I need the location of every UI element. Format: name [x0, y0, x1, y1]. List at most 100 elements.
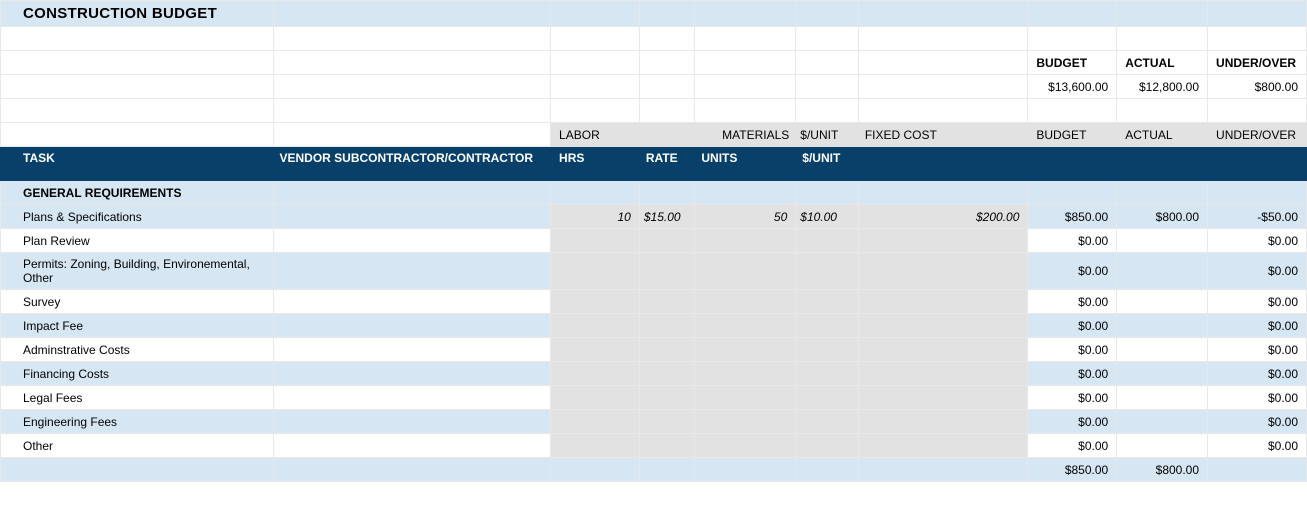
rate-cell[interactable]: [639, 290, 695, 314]
budget-cell[interactable]: $0.00: [1028, 434, 1117, 458]
actual-cell[interactable]: [1117, 386, 1208, 410]
actual-cell[interactable]: [1117, 362, 1208, 386]
fixed-cost-cell[interactable]: [858, 229, 1028, 253]
units-cell[interactable]: [695, 338, 796, 362]
actual-cell[interactable]: [1117, 338, 1208, 362]
under-over-cell[interactable]: $0.00: [1208, 386, 1307, 410]
under-over-cell[interactable]: $0.00: [1208, 290, 1307, 314]
hrs-cell[interactable]: [551, 290, 640, 314]
under-over-cell[interactable]: $0.00: [1208, 253, 1307, 290]
vendor-cell[interactable]: [273, 362, 551, 386]
per-unit-cell[interactable]: $10.00: [796, 205, 859, 229]
units-cell[interactable]: [695, 229, 796, 253]
units-cell[interactable]: [695, 253, 796, 290]
rate-cell[interactable]: [639, 229, 695, 253]
fixed-cost-cell[interactable]: $200.00: [858, 205, 1028, 229]
hrs-cell[interactable]: [551, 338, 640, 362]
fixed-cost-cell[interactable]: [858, 253, 1028, 290]
summary-total-budget[interactable]: $13,600.00: [1028, 75, 1117, 99]
task-cell[interactable]: Plans & Specifications: [1, 205, 274, 229]
task-cell[interactable]: Survey: [1, 290, 274, 314]
budget-cell[interactable]: $850.00: [1028, 205, 1117, 229]
hrs-cell[interactable]: [551, 229, 640, 253]
under-over-cell[interactable]: -$50.00: [1208, 205, 1307, 229]
summary-total-under-over[interactable]: $800.00: [1208, 75, 1307, 99]
per-unit-cell[interactable]: [796, 253, 859, 290]
per-unit-cell[interactable]: [796, 386, 859, 410]
budget-cell[interactable]: $0.00: [1028, 290, 1117, 314]
under-over-cell[interactable]: $0.00: [1208, 362, 1307, 386]
vendor-cell[interactable]: [273, 290, 551, 314]
task-cell[interactable]: Engineering Fees: [1, 410, 274, 434]
units-cell[interactable]: [695, 386, 796, 410]
units-cell[interactable]: [695, 434, 796, 458]
rate-cell[interactable]: [639, 386, 695, 410]
budget-cell[interactable]: $0.00: [1028, 338, 1117, 362]
summary-total-actual[interactable]: $12,800.00: [1117, 75, 1208, 99]
actual-cell[interactable]: [1117, 434, 1208, 458]
task-cell[interactable]: Adminstrative Costs: [1, 338, 274, 362]
fixed-cost-cell[interactable]: [858, 338, 1028, 362]
under-over-cell[interactable]: $0.00: [1208, 410, 1307, 434]
hrs-cell[interactable]: [551, 410, 640, 434]
hrs-cell[interactable]: 10: [551, 205, 640, 229]
units-cell[interactable]: 50: [695, 205, 796, 229]
units-cell[interactable]: [695, 362, 796, 386]
task-cell[interactable]: Plan Review: [1, 229, 274, 253]
per-unit-cell[interactable]: [796, 434, 859, 458]
budget-cell[interactable]: $0.00: [1028, 362, 1117, 386]
under-over-cell[interactable]: $0.00: [1208, 434, 1307, 458]
rate-cell[interactable]: $15.00: [639, 205, 695, 229]
task-cell[interactable]: Financing Costs: [1, 362, 274, 386]
rate-cell[interactable]: [639, 410, 695, 434]
actual-cell[interactable]: [1117, 229, 1208, 253]
rate-cell[interactable]: [639, 362, 695, 386]
actual-cell[interactable]: [1117, 290, 1208, 314]
vendor-cell[interactable]: [273, 410, 551, 434]
hrs-cell[interactable]: [551, 253, 640, 290]
per-unit-cell[interactable]: [796, 410, 859, 434]
hrs-cell[interactable]: [551, 386, 640, 410]
hrs-cell[interactable]: [551, 314, 640, 338]
per-unit-cell[interactable]: [796, 338, 859, 362]
vendor-cell[interactable]: [273, 314, 551, 338]
under-over-cell[interactable]: $0.00: [1208, 314, 1307, 338]
budget-cell[interactable]: $0.00: [1028, 386, 1117, 410]
under-over-cell[interactable]: $0.00: [1208, 338, 1307, 362]
units-cell[interactable]: [695, 290, 796, 314]
per-unit-cell[interactable]: [796, 314, 859, 338]
rate-cell[interactable]: [639, 314, 695, 338]
under-over-cell[interactable]: $0.00: [1208, 229, 1307, 253]
per-unit-cell[interactable]: [796, 362, 859, 386]
hrs-cell[interactable]: [551, 362, 640, 386]
vendor-cell[interactable]: [273, 229, 551, 253]
budget-cell[interactable]: $0.00: [1028, 410, 1117, 434]
task-cell[interactable]: Legal Fees: [1, 386, 274, 410]
fixed-cost-cell[interactable]: [858, 290, 1028, 314]
actual-cell[interactable]: [1117, 314, 1208, 338]
vendor-cell[interactable]: [273, 253, 551, 290]
budget-cell[interactable]: $0.00: [1028, 314, 1117, 338]
hrs-cell[interactable]: [551, 434, 640, 458]
actual-cell[interactable]: [1117, 410, 1208, 434]
budget-cell[interactable]: $0.00: [1028, 229, 1117, 253]
units-cell[interactable]: [695, 314, 796, 338]
vendor-cell[interactable]: [273, 338, 551, 362]
actual-cell[interactable]: $800.00: [1117, 205, 1208, 229]
fixed-cost-cell[interactable]: [858, 434, 1028, 458]
per-unit-cell[interactable]: [796, 290, 859, 314]
fixed-cost-cell[interactable]: [858, 314, 1028, 338]
vendor-cell[interactable]: [273, 434, 551, 458]
actual-cell[interactable]: [1117, 253, 1208, 290]
task-cell[interactable]: Permits: Zoning, Building, Environementa…: [1, 253, 274, 290]
fixed-cost-cell[interactable]: [858, 386, 1028, 410]
task-cell[interactable]: Other: [1, 434, 274, 458]
rate-cell[interactable]: [639, 434, 695, 458]
vendor-cell[interactable]: [273, 386, 551, 410]
rate-cell[interactable]: [639, 253, 695, 290]
per-unit-cell[interactable]: [796, 229, 859, 253]
vendor-cell[interactable]: [273, 205, 551, 229]
rate-cell[interactable]: [639, 338, 695, 362]
task-cell[interactable]: Impact Fee: [1, 314, 274, 338]
fixed-cost-cell[interactable]: [858, 362, 1028, 386]
